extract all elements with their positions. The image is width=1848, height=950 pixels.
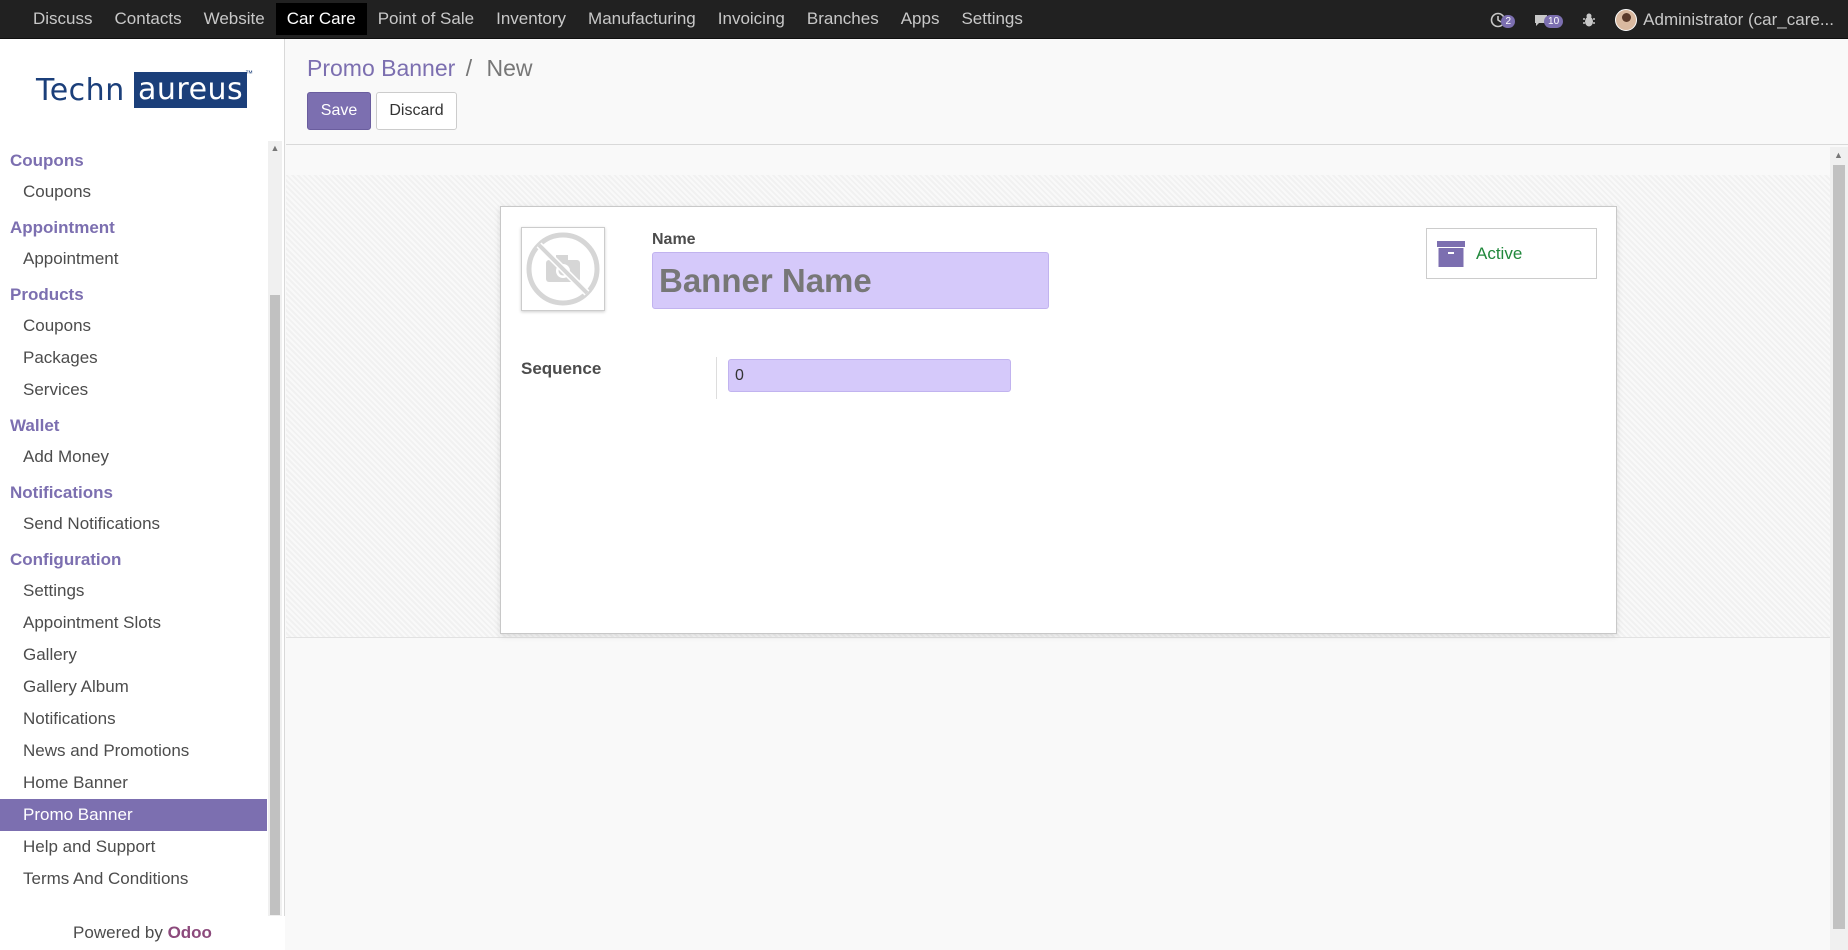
debug-button[interactable] xyxy=(1581,12,1597,28)
powered-by: Powered by Odoo xyxy=(0,916,285,950)
name-label: Name xyxy=(652,231,696,248)
breadcrumb: Promo Banner / New xyxy=(307,55,533,82)
sidebar-item-settings[interactable]: Settings xyxy=(0,575,267,607)
no-camera-icon xyxy=(526,232,600,306)
main-scrollbar[interactable]: ▲ xyxy=(1830,147,1848,950)
banner-name-input[interactable] xyxy=(652,252,1049,309)
active-toggle-button[interactable]: Active xyxy=(1426,228,1597,279)
top-navbar: Discuss Contacts Website Car Care Point of S… xyxy=(0,0,1848,39)
sidebar-item-news-and-promotions[interactable]: News and Promotions xyxy=(0,735,267,767)
app-menu-apps[interactable]: Apps xyxy=(890,3,951,35)
messages-button[interactable]: 10 xyxy=(1533,11,1564,28)
sidebar-item-appointment[interactable]: Appointment xyxy=(0,243,267,275)
sidebar-section-notifications[interactable]: Notifications xyxy=(0,477,267,508)
sequence-label: Sequence xyxy=(521,359,602,378)
active-label: Active xyxy=(1476,243,1523,263)
scroll-thumb[interactable] xyxy=(270,295,280,915)
odoo-link[interactable]: Odoo xyxy=(168,923,212,942)
breadcrumb-current: New xyxy=(486,55,533,81)
app-menu-website[interactable]: Website xyxy=(193,3,276,35)
avatar xyxy=(1615,8,1638,31)
control-panel: Promo Banner / New Save Discard xyxy=(286,39,1848,145)
archive-icon xyxy=(1437,240,1465,267)
activity-button[interactable]: 2 xyxy=(1490,11,1516,28)
app-menu-invoicing[interactable]: Invoicing xyxy=(707,3,796,35)
sidebar-section-wallet[interactable]: Wallet xyxy=(0,410,267,441)
sidebar-item-add-money[interactable]: Add Money xyxy=(0,441,267,473)
sidebar-item-send-notifications[interactable]: Send Notifications xyxy=(0,508,267,540)
sidebar-item-coupons[interactable]: Coupons xyxy=(0,310,267,342)
breadcrumb-promo-banner[interactable]: Promo Banner xyxy=(307,55,455,81)
sidebar-item-packages[interactable]: Packages xyxy=(0,342,267,374)
form-view: Name Active Sequence xyxy=(286,145,1830,950)
sequence-input[interactable] xyxy=(728,359,1011,392)
scroll-thumb[interactable] xyxy=(1833,165,1845,929)
app-menu-point-of-sale[interactable]: Point of Sale xyxy=(367,3,485,35)
bug-icon xyxy=(1583,13,1596,26)
field-divider xyxy=(716,357,717,399)
sidebar-item-gallery[interactable]: Gallery xyxy=(0,639,267,671)
sidebar-menu: Coupons Coupons Appointment Appointment Prod… xyxy=(0,141,267,916)
form-sheet: Name Active Sequence xyxy=(500,206,1617,634)
scroll-up-arrow-icon[interactable]: ▲ xyxy=(270,143,280,153)
app-menu-inventory[interactable]: Inventory xyxy=(485,3,577,35)
user-menu[interactable]: Administrator (car_care... xyxy=(1615,8,1834,31)
systray: 2 10 Administrator (car_care... xyxy=(1490,0,1848,39)
discard-button[interactable]: Discard xyxy=(376,92,457,130)
sidebar-item-coupons[interactable]: Coupons xyxy=(0,176,267,208)
app-menu-contacts[interactable]: Contacts xyxy=(104,3,193,35)
sidebar-item-gallery-album[interactable]: Gallery Album xyxy=(0,671,267,703)
save-button[interactable]: Save xyxy=(307,92,371,130)
breadcrumb-separator: / xyxy=(465,55,473,81)
company-logo: Techn aureus ™ xyxy=(36,69,253,108)
sidebar: Techn aureus ™ Coupons Coupons Appointment… xyxy=(0,39,285,950)
app-menu-settings[interactable]: Settings xyxy=(950,3,1033,35)
messages-badge: 10 xyxy=(1544,15,1564,28)
sidebar-scrollbar[interactable]: ▲ ▼ xyxy=(268,141,282,929)
sheet-background: Name Active Sequence xyxy=(286,175,1830,638)
sidebar-section-appointment[interactable]: Appointment xyxy=(0,212,267,243)
sidebar-item-help-and-support[interactable]: Help and Support xyxy=(0,831,267,863)
sidebar-item-appointment-slots[interactable]: Appointment Slots xyxy=(0,607,267,639)
scroll-up-arrow-icon[interactable]: ▲ xyxy=(1834,150,1843,160)
sidebar-item-terms-and-conditions[interactable]: Terms And Conditions xyxy=(0,863,267,895)
app-menu: Discuss Contacts Website Car Care Point of S… xyxy=(0,0,1034,39)
image-upload[interactable] xyxy=(521,227,605,311)
sidebar-item-services[interactable]: Services xyxy=(0,374,267,406)
sidebar-item-promo-banner[interactable]: Promo Banner xyxy=(0,799,267,831)
app-menu-discuss[interactable]: Discuss xyxy=(22,3,104,35)
sidebar-section-configuration[interactable]: Configuration xyxy=(0,544,267,575)
sidebar-section-products[interactable]: Products xyxy=(0,279,267,310)
app-menu-manufacturing[interactable]: Manufacturing xyxy=(577,3,707,35)
activity-badge: 2 xyxy=(1501,15,1516,28)
app-menu-car-care[interactable]: Car Care xyxy=(275,3,367,35)
sidebar-item-notifications[interactable]: Notifications xyxy=(0,703,267,735)
sidebar-item-home-banner[interactable]: Home Banner xyxy=(0,767,267,799)
user-name: Administrator (car_care... xyxy=(1643,9,1834,29)
sidebar-section-coupons[interactable]: Coupons xyxy=(0,145,267,176)
app-menu-branches[interactable]: Branches xyxy=(796,3,890,35)
